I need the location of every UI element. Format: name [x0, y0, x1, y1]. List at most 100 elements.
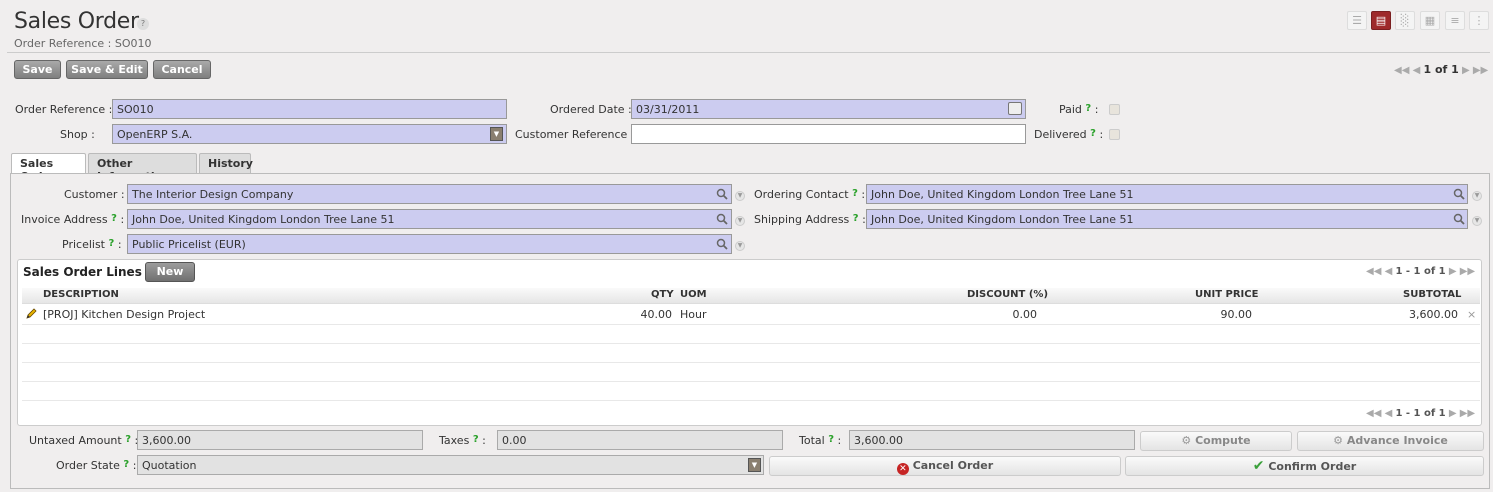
- cancel-button[interactable]: Cancel: [153, 60, 211, 79]
- last-page-icon[interactable]: ▶▶: [1460, 266, 1475, 277]
- paid-label: Paid ? :: [1059, 103, 1098, 116]
- prev-page-icon[interactable]: ◀: [1385, 266, 1393, 277]
- new-line-button[interactable]: New: [145, 262, 195, 282]
- prev-page-icon[interactable]: ◀: [1413, 65, 1421, 76]
- tab-other-information[interactable]: Other Information: [88, 153, 197, 183]
- first-page-icon[interactable]: ◀◀: [1394, 65, 1409, 76]
- col-description[interactable]: DESCRIPTION: [43, 289, 119, 300]
- calendar-view-icon[interactable]: ▦: [1420, 11, 1440, 30]
- delivered-help-icon[interactable]: ?: [1090, 128, 1096, 139]
- tab-history[interactable]: History: [199, 153, 253, 173]
- total-label: Total ? :: [799, 434, 841, 447]
- taxes-label-text: Taxes: [439, 434, 470, 447]
- order-reference-input[interactable]: SO010: [112, 99, 507, 119]
- invoice-address-label: Invoice Address ? :: [21, 213, 124, 226]
- row-divider: [22, 362, 1480, 363]
- order-state-dropdown-icon[interactable]: ▼: [748, 458, 761, 472]
- tab-sales-order[interactable]: Sales Order: [11, 153, 86, 183]
- shipping-address-input[interactable]: John Doe, United Kingdom London Tree Lan…: [866, 209, 1468, 229]
- cancel-order-button[interactable]: ✕ Cancel Order: [769, 456, 1121, 476]
- save-edit-button[interactable]: Save & Edit: [66, 60, 148, 79]
- ordering-contact-search-icon[interactable]: [1453, 188, 1465, 200]
- last-page-icon[interactable]: ▶▶: [1473, 65, 1488, 76]
- pricelist-search-icon[interactable]: [716, 238, 728, 250]
- calendar-picker-icon[interactable]: [1008, 102, 1022, 115]
- first-page-icon[interactable]: ◀◀: [1366, 266, 1381, 277]
- invoice-address-dropdown-icon[interactable]: ▼: [735, 216, 745, 226]
- customer-input[interactable]: The Interior Design Company: [127, 184, 732, 204]
- compute-button[interactable]: ⚙ Compute: [1140, 431, 1292, 451]
- pricelist-help-icon[interactable]: ?: [109, 238, 115, 249]
- order-state-help-icon[interactable]: ?: [123, 459, 129, 470]
- cancel-order-label: Cancel Order: [912, 459, 994, 472]
- confirm-order-button[interactable]: ✔ Confirm Order: [1125, 456, 1484, 476]
- order-state-label: Order State ? :: [56, 459, 136, 472]
- paid-help-icon[interactable]: ?: [1085, 103, 1091, 114]
- col-discount[interactable]: DISCOUNT (%): [967, 289, 1048, 300]
- invoice-address-colon: :: [120, 213, 125, 226]
- delete-line-icon[interactable]: ×: [1467, 308, 1476, 321]
- save-button[interactable]: Save: [14, 60, 61, 79]
- shipping-address-search-icon[interactable]: [1453, 213, 1465, 225]
- order-state-label-text: Order State: [56, 459, 120, 472]
- shipping-address-help-icon[interactable]: ?: [853, 213, 859, 224]
- ordering-contact-input[interactable]: John Doe, United Kingdom London Tree Lan…: [866, 184, 1468, 204]
- invoice-address-input[interactable]: John Doe, United Kingdom London Tree Lan…: [127, 209, 732, 229]
- untaxed-help-icon[interactable]: ?: [125, 434, 131, 445]
- help-icon[interactable]: ?: [137, 18, 149, 30]
- first-page-icon[interactable]: ◀◀: [1366, 408, 1381, 419]
- invoice-address-help-icon[interactable]: ?: [111, 213, 117, 224]
- customer-dropdown-icon[interactable]: ▼: [735, 191, 745, 201]
- customer-label: Customer :: [64, 188, 125, 201]
- line-discount: 0.00: [1012, 308, 1038, 321]
- form-view-icon[interactable]: ▤: [1371, 11, 1391, 30]
- delivered-colon: :: [1099, 128, 1104, 141]
- shipping-address-dropdown-icon[interactable]: ▼: [1472, 216, 1482, 226]
- row-divider: [22, 343, 1480, 344]
- shop-select[interactable]: OpenERP S.A.: [112, 124, 507, 144]
- kanban-view-icon[interactable]: ⋮: [1469, 11, 1489, 30]
- edit-pencil-icon[interactable]: [25, 307, 38, 320]
- pricelist-dropdown-icon[interactable]: ▼: [735, 241, 745, 251]
- ordering-contact-dropdown-icon[interactable]: ▼: [1472, 191, 1482, 201]
- last-page-icon[interactable]: ▶▶: [1460, 408, 1475, 419]
- row-divider: [22, 324, 1480, 325]
- ordered-date-input[interactable]: 03/31/2011: [631, 99, 1026, 119]
- list-view-icon[interactable]: ☰: [1347, 11, 1367, 30]
- prev-page-icon[interactable]: ◀: [1385, 408, 1393, 419]
- delivered-label-text: Delivered: [1034, 128, 1087, 141]
- header-divider: [7, 52, 1490, 53]
- col-unit-price[interactable]: UNIT PRICE: [1195, 289, 1258, 300]
- delivered-label: Delivered ? :: [1034, 128, 1103, 141]
- pricelist-input[interactable]: Public Pricelist (EUR): [127, 234, 732, 254]
- line-description[interactable]: [PROJ] Kitchen Design Project: [43, 308, 205, 321]
- cancel-circle-icon: ✕: [896, 463, 909, 475]
- pricelist-colon: :: [117, 238, 122, 251]
- paid-checkbox[interactable]: [1109, 104, 1120, 115]
- total-colon: :: [837, 434, 842, 447]
- advance-invoice-button-label: Advance Invoice: [1346, 434, 1448, 447]
- total-help-icon[interactable]: ?: [828, 434, 834, 445]
- delivered-checkbox[interactable]: [1109, 129, 1120, 140]
- col-qty[interactable]: QTY: [651, 289, 674, 300]
- next-page-icon[interactable]: ▶: [1449, 408, 1457, 419]
- next-page-icon[interactable]: ▶: [1462, 65, 1470, 76]
- taxes-help-icon[interactable]: ?: [473, 434, 479, 445]
- graph-view-icon[interactable]: ░: [1395, 11, 1415, 30]
- next-page-icon[interactable]: ▶: [1449, 266, 1457, 277]
- ordering-contact-help-icon[interactable]: ?: [852, 188, 858, 199]
- pricelist-label-text: Pricelist: [62, 238, 105, 251]
- customer-reference-input[interactable]: [631, 124, 1026, 144]
- advance-invoice-button[interactable]: ⚙ Advance Invoice: [1297, 431, 1484, 451]
- shop-dropdown-icon[interactable]: ▼: [490, 127, 503, 141]
- col-subtotal[interactable]: SUBTOTAL: [1403, 289, 1461, 300]
- customer-search-icon[interactable]: [716, 188, 728, 200]
- confirm-order-label: Confirm Order: [1268, 460, 1357, 473]
- col-uom[interactable]: UOM: [680, 289, 707, 300]
- invoice-address-search-icon[interactable]: [716, 213, 728, 225]
- shipping-address-label-text: Shipping Address: [754, 213, 850, 226]
- gantt-view-icon[interactable]: ≡: [1445, 11, 1465, 30]
- record-pager: ◀◀ ◀ 1 of 1 ▶ ▶▶: [1394, 63, 1488, 76]
- order-state-select[interactable]: Quotation: [137, 455, 764, 475]
- ordered-date-label: Ordered Date :: [550, 103, 632, 116]
